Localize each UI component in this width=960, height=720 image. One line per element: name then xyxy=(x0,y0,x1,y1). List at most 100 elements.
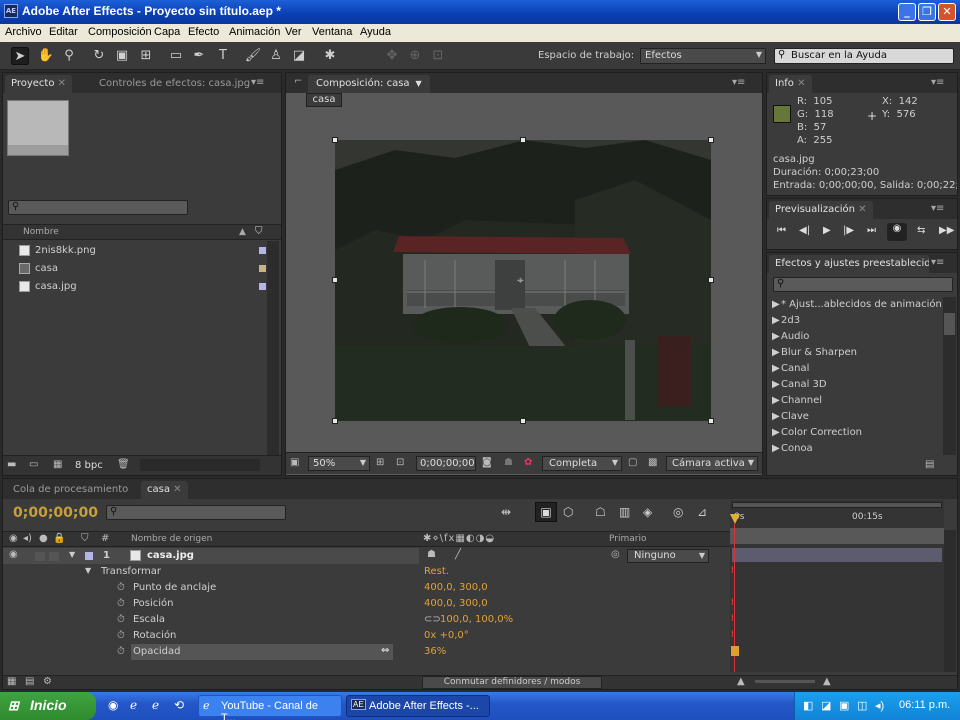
tab-info[interactable]: Info ✕ xyxy=(769,75,812,93)
effects-scrollbar[interactable] xyxy=(943,297,956,455)
transform-handle-tl[interactable] xyxy=(332,137,338,143)
rotate-tool-icon[interactable]: ↻ xyxy=(90,47,108,65)
menu-archivo[interactable]: Archivo xyxy=(5,26,42,38)
timeline-scrollbar[interactable] xyxy=(944,530,956,672)
layer-label-swatch[interactable] xyxy=(85,552,93,560)
frame-blending-icon[interactable]: ▥ xyxy=(619,505,630,519)
previous-frame-icon[interactable]: ◀| xyxy=(799,225,810,236)
first-frame-icon[interactable]: ⏮ xyxy=(777,225,786,236)
project-search-input[interactable]: ⚲ xyxy=(8,200,188,215)
menu-efecto[interactable]: Efecto xyxy=(188,26,219,38)
list-item[interactable]: casa xyxy=(3,260,281,278)
horizontal-scrollbar[interactable] xyxy=(140,459,260,471)
list-item[interactable]: ▶ Conoa xyxy=(767,441,941,459)
maximize-button[interactable]: ❐ xyxy=(918,3,936,21)
menu-capa[interactable]: Capa xyxy=(154,26,180,38)
property-value[interactable]: 400,0, 300,0 xyxy=(424,598,488,609)
tab-controles-efectos[interactable]: Controles de efectos: casa.jpg xyxy=(93,75,256,93)
eye-icon[interactable]: ◉ xyxy=(9,549,18,560)
effects-search-input[interactable]: ⚲ xyxy=(773,277,953,292)
panel-menu-icon[interactable]: ▾≡ xyxy=(931,77,944,88)
bpc-label[interactable]: 8 bpc xyxy=(75,460,103,471)
zoom-out-icon[interactable]: ▲ xyxy=(737,676,745,687)
transform-group-row[interactable]: ▼ Transformar Rest. xyxy=(3,564,733,580)
solo-box[interactable] xyxy=(49,552,59,561)
menu-animacion[interactable]: Animación xyxy=(229,26,280,38)
menu-composicion[interactable]: Composición xyxy=(88,26,152,38)
toggle-switches-modes-button[interactable]: Conmutar definidores / modos xyxy=(422,676,602,689)
layer-duration-bar[interactable] xyxy=(732,548,942,562)
list-item[interactable]: 2nis8kk.png xyxy=(3,242,281,260)
quality-icon[interactable]: ╱ xyxy=(455,549,461,560)
region-of-interest-icon[interactable]: ▢ xyxy=(628,457,637,468)
quicklaunch-show-desktop-icon[interactable]: ⟲ xyxy=(174,698,184,712)
zoom-in-icon[interactable]: ▲ xyxy=(823,676,831,687)
new-item-icon[interactable]: ▤ xyxy=(925,459,934,470)
view-axis-icon[interactable]: ⊡ xyxy=(429,47,447,65)
label-column-icon[interactable]: ⛉ xyxy=(81,533,89,544)
transfer-icon[interactable]: ▤ xyxy=(25,676,34,687)
camera-select[interactable]: Cámara activa ▼ xyxy=(666,456,758,471)
eraser-tool-icon[interactable]: ◪ xyxy=(290,47,308,65)
quicklaunch-browser-icon[interactable]: ℯ xyxy=(152,698,159,712)
close-button[interactable]: ✕ xyxy=(938,3,956,21)
tab-efectos[interactable]: Efectos y ajustes preestablecidos xyxy=(769,255,929,273)
panel-menu-icon[interactable]: ▾≡ xyxy=(732,77,745,88)
stopwatch-icon[interactable]: ⏱ xyxy=(117,614,125,625)
tab-composicion[interactable]: Composición: casa ▼ xyxy=(308,75,430,93)
channels-icon[interactable]: ✿ xyxy=(524,457,532,468)
safe-margins-icon[interactable]: ⊡ xyxy=(396,457,404,468)
project-scrollbar[interactable] xyxy=(267,241,279,455)
transform-handle-ml[interactable] xyxy=(332,277,338,283)
world-axis-icon[interactable]: ⊕ xyxy=(406,47,424,65)
stopwatch-icon[interactable]: ⏱ xyxy=(117,630,125,641)
pen-tool-icon[interactable]: ✒ xyxy=(190,47,208,65)
last-frame-icon[interactable]: ⏭ xyxy=(867,225,876,236)
list-item[interactable]: casa.jpg xyxy=(3,278,281,296)
property-row-anchor-point[interactable]: ⏱ Punto de anclaje 400,0, 300,0 xyxy=(3,580,733,596)
zoom-slider[interactable] xyxy=(755,680,815,683)
work-area-bar[interactable] xyxy=(732,502,942,508)
audio-icon[interactable]: ◉ xyxy=(887,223,907,241)
property-value[interactable]: 0x +0,0° xyxy=(424,630,469,641)
timeline-search-input[interactable]: ⚲ xyxy=(106,505,286,520)
solo-switch-icon[interactable]: ● xyxy=(39,533,48,544)
show-snapshot-icon[interactable]: ☗ xyxy=(504,457,513,468)
tray-icon-4[interactable]: ◫ xyxy=(857,699,867,712)
trash-icon[interactable]: 🗑 xyxy=(117,459,130,470)
label-swatch[interactable] xyxy=(259,247,266,254)
volume-icon[interactable]: ◂) xyxy=(875,699,884,712)
property-value[interactable]: 400,0, 300,0 xyxy=(424,582,488,593)
keyframe-marker[interactable]: I xyxy=(731,630,734,640)
motion-blur-icon[interactable]: ◈ xyxy=(643,505,652,519)
stopwatch-icon[interactable]: ⏱ xyxy=(117,598,125,609)
loop-icon[interactable]: ⇆ xyxy=(917,225,925,236)
resolution-select[interactable]: Completa ▼ xyxy=(542,456,622,471)
shy-layer-icon[interactable]: ☗ xyxy=(427,549,436,560)
time-navigator[interactable] xyxy=(730,528,944,544)
new-folder-icon[interactable]: ▭ xyxy=(29,459,38,470)
shy-icon[interactable]: ☖ xyxy=(595,505,606,519)
graph-editor-icon[interactable]: ⊿ xyxy=(697,505,707,519)
panel-menu-icon[interactable]: ▾≡ xyxy=(251,77,264,88)
property-row-position[interactable]: ⏱ Posición 400,0, 300,0 xyxy=(3,596,733,612)
property-value[interactable]: 36% xyxy=(424,646,446,657)
expand-chevron-icon[interactable]: ▼ xyxy=(85,566,91,575)
tab-cola-procesamiento[interactable]: Cola de procesamiento xyxy=(7,481,134,499)
transform-handle-tc[interactable] xyxy=(520,137,526,143)
tab-previsualizacion[interactable]: Previsualización ✕ xyxy=(769,201,873,219)
comp-mini-flowchart-icon[interactable]: ⇹ xyxy=(501,505,511,519)
selection-tool-icon[interactable]: ➤ xyxy=(11,47,29,65)
transform-reset-link[interactable]: Rest. xyxy=(424,566,449,577)
rectangle-tool-icon[interactable]: ▭ xyxy=(167,47,185,65)
axis-mode-icon[interactable]: ✥ xyxy=(383,47,401,65)
workspace-select[interactable]: Efectos ▼ xyxy=(640,48,766,64)
tab-proyecto[interactable]: Proyecto ✕ xyxy=(5,75,73,93)
puppet-tool-icon[interactable]: ✱ xyxy=(321,47,339,65)
parent-select[interactable]: Ninguno ▼ xyxy=(627,549,709,563)
pick-whip-icon[interactable]: ◎ xyxy=(611,549,620,560)
help-search-input[interactable]: ⚲ Buscar en la Ayuda xyxy=(774,48,954,64)
start-button[interactable]: ⊞ Inicio xyxy=(0,692,96,720)
zoom-tool-icon[interactable]: ⚲ xyxy=(60,47,78,65)
pan-behind-tool-icon[interactable]: ⊞ xyxy=(137,47,155,65)
